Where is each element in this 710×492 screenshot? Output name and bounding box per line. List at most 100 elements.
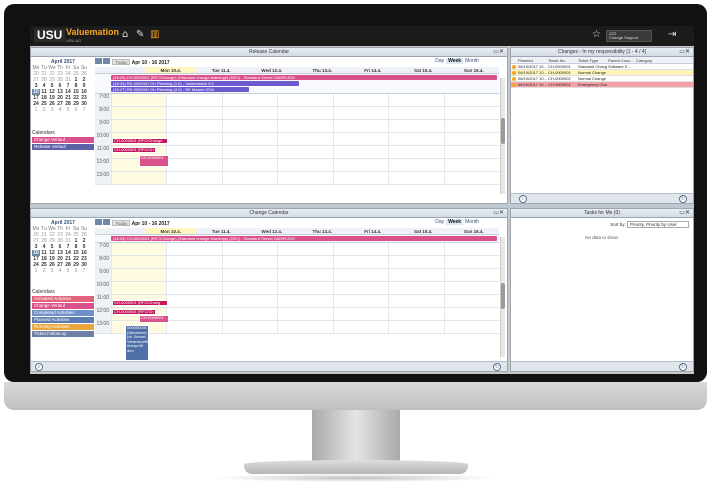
panel-controls[interactable]: ▭✕ [493, 48, 504, 55]
time-cell[interactable] [111, 256, 167, 268]
column-header[interactable]: Parent Conc... [607, 57, 635, 63]
time-cell[interactable] [443, 172, 499, 184]
scrollbar-thumb[interactable] [501, 283, 505, 309]
ticket-cell[interactable]: CH-0000001 [547, 64, 577, 69]
time-cell[interactable] [166, 308, 221, 320]
all-day-event[interactable]: (18:25) CH-0000001 (RFC/Change) (Standar… [111, 75, 497, 80]
refresh-icon[interactable]: ↻ [493, 363, 501, 371]
time-cell[interactable] [388, 295, 443, 307]
time-cell[interactable] [221, 308, 277, 320]
day-column-header[interactable]: Mon 10.4. [145, 67, 196, 73]
time-cell[interactable] [111, 107, 167, 119]
time-cell[interactable] [443, 133, 499, 145]
time-cell[interactable] [388, 269, 443, 281]
time-cell[interactable] [166, 243, 221, 255]
view-tab-week[interactable]: Week [446, 58, 464, 64]
time-cell[interactable] [221, 133, 277, 145]
ticket-cell[interactable]: CH-0000001 [547, 82, 577, 87]
star-icon[interactable]: ☆ [592, 30, 601, 40]
mini-day[interactable]: 3 [48, 107, 56, 113]
time-cell[interactable] [388, 94, 443, 106]
time-cell[interactable] [388, 243, 443, 255]
time-cell[interactable] [221, 256, 277, 268]
time-cell[interactable] [221, 269, 277, 281]
day-column-header[interactable]: Thu 13.4. [297, 67, 348, 73]
time-cell[interactable] [221, 146, 277, 158]
time-cell[interactable] [166, 120, 221, 132]
time-cell[interactable] [388, 172, 443, 184]
time-cell[interactable] [332, 133, 388, 145]
time-cell[interactable] [443, 256, 499, 268]
scrollbar-thumb[interactable] [501, 118, 505, 144]
time-cell[interactable] [332, 295, 388, 307]
mini-day[interactable]: 4 [56, 107, 64, 113]
panel-controls[interactable]: ▭✕ [679, 209, 690, 216]
time-cell[interactable] [332, 120, 388, 132]
chart-icon[interactable]: ▥ [150, 30, 159, 40]
time-cell[interactable] [332, 107, 388, 119]
time-cell[interactable] [388, 146, 443, 158]
mini-day[interactable]: 2 [40, 107, 48, 113]
time-cell[interactable] [277, 133, 332, 145]
panel-controls[interactable]: ▭✕ [679, 48, 690, 55]
calendar-item[interactable]: Running Activities [32, 324, 94, 330]
time-cell[interactable] [332, 282, 388, 294]
time-cell[interactable] [221, 295, 277, 307]
time-cell[interactable] [111, 282, 167, 294]
ticket-cell[interactable]: CH-0000002 [547, 76, 577, 81]
time-cell[interactable] [332, 308, 388, 320]
time-cell[interactable] [332, 243, 388, 255]
time-cell[interactable] [166, 282, 221, 294]
time-cell[interactable] [277, 172, 332, 184]
mini-day[interactable]: 3 [48, 268, 56, 274]
time-cell[interactable] [388, 107, 443, 119]
calendar-item[interactable]: Activated Activities [32, 296, 94, 302]
column-header[interactable]: Planned [517, 57, 547, 63]
calendar-event[interactable]: CH-0000001 (RFC/Ch [112, 147, 156, 153]
time-cell[interactable] [332, 172, 388, 184]
time-cell[interactable] [221, 107, 277, 119]
time-cell[interactable] [277, 295, 332, 307]
search-icon[interactable]: ⌕ [35, 363, 43, 371]
time-cell[interactable] [221, 172, 277, 184]
mini-day[interactable]: 6 [72, 107, 80, 113]
all-day-event[interactable]: (18:25) CH-0000001 (RFC/Change) (Standar… [111, 236, 497, 241]
day-column-header[interactable]: Sat 15.4. [398, 228, 449, 234]
calendar-item[interactable]: Release Verlauf [32, 144, 94, 150]
mini-day[interactable]: 1 [32, 268, 40, 274]
time-cell[interactable] [443, 107, 499, 119]
time-cell[interactable] [221, 282, 277, 294]
view-tab-month[interactable]: Month [463, 58, 481, 64]
mini-day[interactable]: 1 [32, 107, 40, 113]
calendar-item[interactable]: Completed Activities [32, 310, 94, 316]
time-cell[interactable] [332, 321, 388, 333]
mini-day[interactable]: 5 [64, 107, 72, 113]
day-column-header[interactable]: Tue 11.4. [196, 228, 247, 234]
next-week-button[interactable] [103, 219, 110, 225]
time-cell[interactable] [443, 269, 499, 281]
time-cell[interactable] [166, 94, 221, 106]
day-column-header[interactable]: Sun 16.4. [449, 228, 500, 234]
time-cell[interactable] [388, 308, 443, 320]
time-cell[interactable] [166, 172, 221, 184]
time-cell[interactable] [277, 256, 332, 268]
panel-controls[interactable]: ▭✕ [493, 209, 504, 216]
time-cell[interactable] [277, 159, 332, 171]
time-cell[interactable] [221, 94, 277, 106]
time-cell[interactable] [111, 172, 167, 184]
ticket-cell[interactable]: CH-0000001 [547, 70, 577, 75]
refresh-icon[interactable]: ↻ [679, 363, 687, 371]
time-cell[interactable] [277, 269, 332, 281]
today-button[interactable]: Today [112, 220, 131, 226]
time-cell[interactable] [332, 269, 388, 281]
time-cell[interactable] [443, 321, 499, 333]
time-cell[interactable] [166, 295, 221, 307]
time-cell[interactable] [443, 308, 499, 320]
time-cell[interactable] [443, 146, 499, 158]
time-cell[interactable] [388, 321, 443, 333]
time-cell[interactable] [332, 159, 388, 171]
calendar-event[interactable]: CH-0000001 [139, 315, 169, 323]
time-cell[interactable] [221, 159, 277, 171]
calendar-event[interactable]: CH-0000001 [139, 155, 169, 167]
time-cell[interactable] [111, 120, 167, 132]
